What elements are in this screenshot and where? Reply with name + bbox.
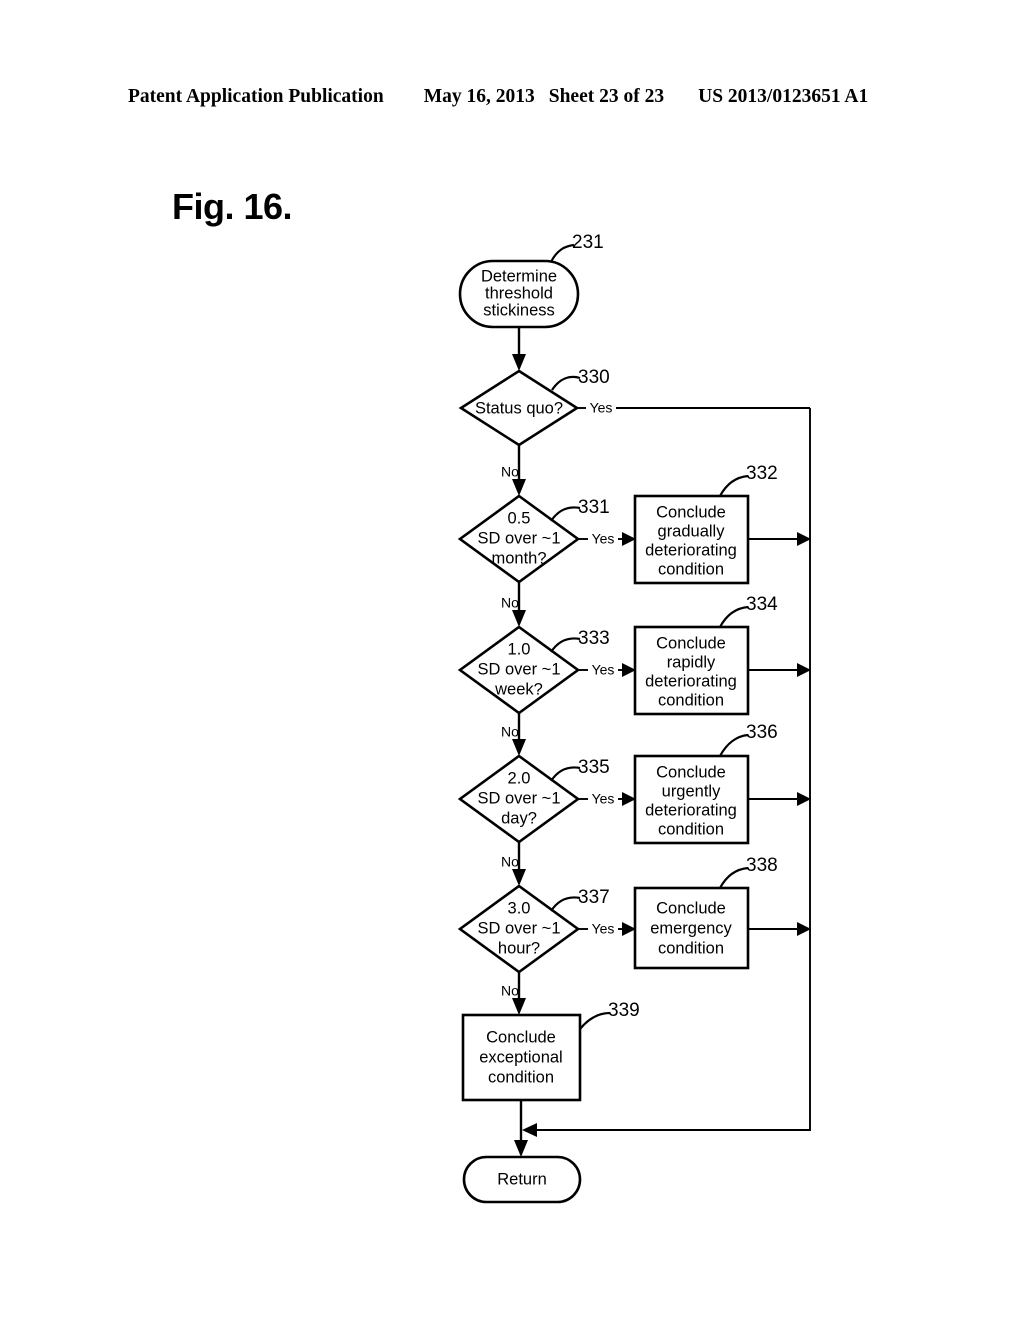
node-conclude-rapidly-deteriorating: Conclude rapidly deteriorating condition [633,625,750,716]
leader-line-337 [550,896,581,912]
ref-number-332: 332 [746,463,778,484]
edge-label-hour-yes: Yes [592,921,615,937]
two-sd-day-line-1: 2.0 [508,769,531,787]
conclude-rapidly-line-3: deteriorating [645,672,737,690]
conclude-gradually-line-2: gradually [658,522,726,540]
leader-line-336 [719,733,749,757]
arrowhead-gradually-to-collector [797,532,811,546]
conclude-exceptional-line-3: condition [488,1068,554,1086]
arrowhead-rapidly-to-collector [797,663,811,677]
node-one-sd-week-decision: 1.0 SD over ~1 week? [457,625,581,715]
start-node-line-1: Determine [481,267,557,285]
flowchart-diagram: Determine threshold stickiness 231 Statu… [457,232,811,1204]
ref-number-333: 333 [578,628,610,649]
conclude-exceptional-line-1: Conclude [486,1028,556,1046]
edge-label-day-yes: Yes [592,791,615,807]
start-node-line-3: stickiness [483,301,555,319]
conclude-urgently-line-1: Conclude [656,763,726,781]
arrowhead-collector-merge [522,1123,537,1137]
node-conclude-urgently-deteriorating: Conclude urgently deteriorating conditio… [633,754,750,845]
one-sd-week-line-1: 1.0 [508,640,531,658]
two-sd-day-line-2: SD over ~1 [478,789,561,807]
conclude-rapidly-line-1: Conclude [656,634,726,652]
ref-number-334: 334 [746,594,778,615]
ref-number-330: 330 [578,367,610,388]
leader-line-331 [550,506,581,522]
node-three-sd-hour-decision: 3.0 SD over ~1 hour? [457,884,581,974]
ref-number-331: 331 [578,497,610,518]
ref-number-338: 338 [746,855,778,876]
three-sd-hour-line-2: SD over ~1 [478,919,561,937]
return-node-label: Return [497,1170,547,1188]
arrowhead-emergency-to-collector [797,922,811,936]
three-sd-hour-line-1: 3.0 [508,899,531,917]
arrowhead-hour-no [512,998,526,1015]
start-node-line-2: threshold [485,284,553,302]
edge-label-statusquo-yes: Yes [590,400,613,416]
conclude-rapidly-line-2: rapidly [667,653,716,671]
conclude-exceptional-line-2: exceptional [479,1048,562,1066]
node-half-sd-month-decision: 0.5 SD over ~1 month? [457,494,581,584]
arrowhead-month-no [512,610,526,627]
edge-label-week-yes: Yes [592,662,615,678]
edge-label-week-no: No [501,724,519,740]
one-sd-week-line-2: SD over ~1 [478,660,561,678]
leader-line-333 [550,637,581,653]
conclude-gradually-line-1: Conclude [656,503,726,521]
ref-number-337: 337 [578,887,610,908]
conclude-urgently-line-2: urgently [662,782,721,800]
conclude-gradually-line-4: condition [658,560,724,578]
conclude-urgently-line-3: deteriorating [645,801,737,819]
ref-number-336: 336 [746,722,778,743]
arrowhead-statusquo-no [512,479,526,496]
leader-line-339 [579,1011,611,1030]
patent-figure-page: Patent Application Publication May 16, 2… [0,0,1024,1320]
leader-line-330 [551,375,581,391]
half-sd-month-line-2: SD over ~1 [478,529,561,547]
edge-label-month-no: No [501,595,519,611]
node-conclude-exceptional-condition: Conclude exceptional condition [461,1013,582,1102]
conclude-rapidly-line-4: condition [658,691,724,709]
node-conclude-gradually-deteriorating: Conclude gradually deteriorating conditi… [633,494,750,585]
edge-label-day-no: No [501,854,519,870]
conclude-gradually-line-3: deteriorating [645,541,737,559]
conclude-urgently-line-4: condition [658,820,724,838]
status-quo-label: Status quo? [475,399,563,417]
edge-label-month-yes: Yes [592,531,615,547]
leader-line-334 [719,605,749,628]
conclude-emergency-line-2: emergency [650,919,732,937]
leader-line-231 [550,243,575,263]
edge-label-hour-no: No [501,983,519,999]
half-sd-month-line-1: 0.5 [508,509,531,527]
node-conclude-emergency-condition: Conclude emergency condition [633,886,750,970]
ref-number-335: 335 [578,757,610,778]
arrowhead-week-no [512,739,526,756]
half-sd-month-line-3: month? [491,549,546,567]
arrowhead-exceptional-to-return [514,1140,528,1157]
three-sd-hour-line-3: hour? [498,939,540,957]
ref-number-231: 231 [572,232,604,253]
leader-line-332 [719,474,749,497]
two-sd-day-line-3: day? [501,809,537,827]
arrowhead-start-to-statusquo [512,354,526,371]
conclude-emergency-line-1: Conclude [656,899,726,917]
edge-label-statusquo-no: No [501,464,519,480]
leader-line-335 [550,766,581,782]
conclude-emergency-line-3: condition [658,939,724,957]
arrowhead-urgently-to-collector [797,792,811,806]
node-two-sd-day-decision: 2.0 SD over ~1 day? [457,754,581,844]
leader-line-338 [719,866,749,889]
one-sd-week-line-3: week? [494,680,543,698]
node-determine-threshold-stickiness: Determine threshold stickiness [458,259,580,329]
node-return-terminal: Return [462,1155,582,1204]
arrowhead-day-no [512,869,526,886]
ref-number-339: 339 [608,1000,640,1021]
